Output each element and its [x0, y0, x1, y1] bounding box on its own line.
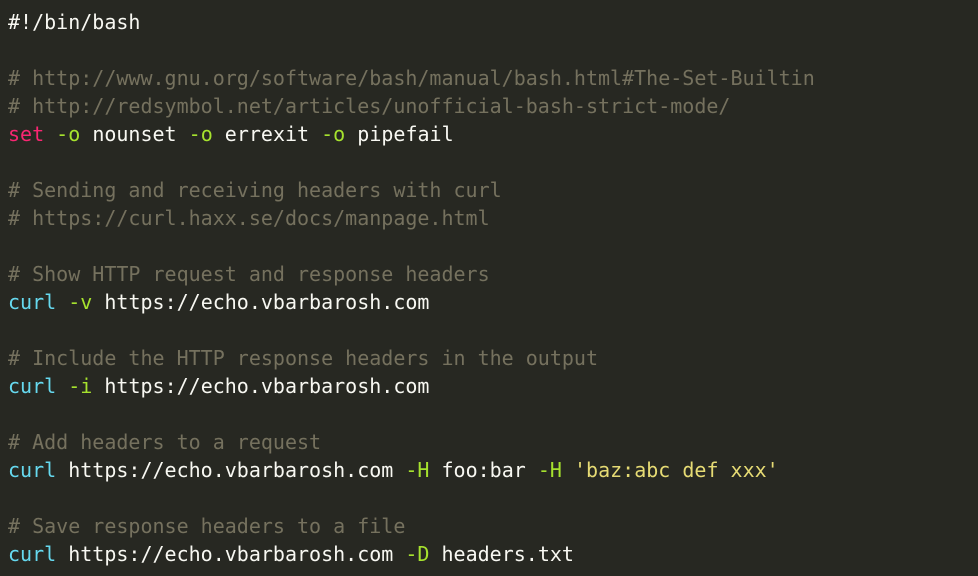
code-line: # Add headers to a request: [8, 428, 978, 456]
code-line: #!/bin/bash: [8, 8, 978, 36]
url: https://echo.vbarbarosh.com: [104, 290, 430, 314]
command-curl: curl: [8, 290, 57, 314]
code-line: # Save response headers to a file: [8, 512, 978, 540]
command-curl: curl: [8, 458, 57, 482]
comment: # http://redsymbol.net/articles/unoffici…: [8, 94, 731, 118]
option-flag: -D: [405, 542, 430, 566]
comment: # https://curl.haxx.se/docs/manpage.html: [8, 206, 490, 230]
code-line: # Include the HTTP response headers in t…: [8, 344, 978, 372]
comment: # Save response headers to a file: [8, 514, 406, 538]
code-line: curl -i https://echo.vbarbarosh.com: [8, 372, 978, 400]
option-flag: -o: [188, 122, 213, 146]
option-flag: -H: [537, 458, 562, 482]
option-flag: -o: [321, 122, 346, 146]
code-line: # Sending and receiving headers with cur…: [8, 176, 978, 204]
option-flag: -v: [68, 290, 93, 314]
option-flag: -o: [56, 122, 81, 146]
code-line: # http://redsymbol.net/articles/unoffici…: [8, 92, 978, 120]
code-line: # Show HTTP request and response headers: [8, 260, 978, 288]
code-line: curl https://echo.vbarbarosh.com -H foo:…: [8, 456, 978, 484]
file-name: headers.txt: [441, 542, 574, 566]
code-line: set -o nounset -o errexit -o pipefail: [8, 120, 978, 148]
code-line: curl -v https://echo.vbarbarosh.com: [8, 288, 978, 316]
url: https://echo.vbarbarosh.com: [68, 458, 394, 482]
url: https://echo.vbarbarosh.com: [68, 542, 394, 566]
header-value: foo:bar: [441, 458, 526, 482]
option-flag: -i: [68, 374, 93, 398]
code-editor[interactable]: #!/bin/bash # http://www.gnu.org/softwar…: [0, 0, 978, 576]
comment: # Add headers to a request: [8, 430, 322, 454]
comment: # http://www.gnu.org/software/bash/manua…: [8, 66, 815, 90]
keyword-set: set: [8, 122, 45, 146]
command-curl: curl: [8, 542, 57, 566]
code-line: # https://curl.haxx.se/docs/manpage.html: [8, 204, 978, 232]
option-value: errexit: [224, 122, 310, 146]
comment: # Show HTTP request and response headers: [8, 262, 490, 286]
url: https://echo.vbarbarosh.com: [104, 374, 430, 398]
option-value: nounset: [92, 122, 177, 146]
comment: # Sending and receiving headers with cur…: [8, 178, 502, 202]
code-line: # http://www.gnu.org/software/bash/manua…: [8, 64, 978, 92]
shebang: #!/bin/bash: [8, 10, 141, 34]
string-literal: 'baz:abc def xxx': [574, 458, 779, 482]
code-line: curl https://echo.vbarbarosh.com -D head…: [8, 540, 978, 568]
option-value: pipefail: [357, 122, 454, 146]
command-curl: curl: [8, 374, 57, 398]
option-flag: -H: [405, 458, 430, 482]
comment: # Include the HTTP response headers in t…: [8, 346, 599, 370]
